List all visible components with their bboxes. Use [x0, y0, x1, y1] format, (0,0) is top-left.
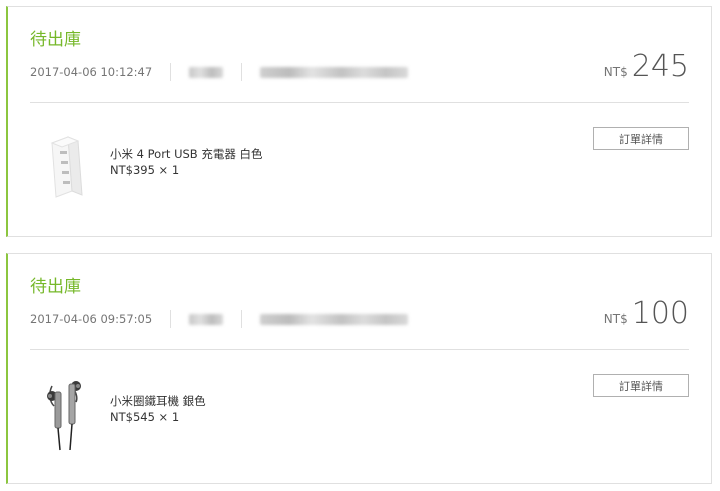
currency-label: NT$ — [603, 312, 628, 326]
product-thumbnail[interactable] — [38, 372, 94, 452]
item-name[interactable]: 小米圈鐵耳機 銀色 — [110, 393, 206, 409]
redacted-recipient — [189, 66, 224, 78]
total-amount: 245 — [631, 49, 689, 84]
order-status: 待出庫 — [30, 277, 81, 297]
item-price: NT$395 × 1 — [110, 163, 180, 177]
item-price: NT$545 × 1 — [110, 410, 180, 424]
meta-divider — [170, 310, 172, 328]
order-detail-button[interactable]: 訂單詳情 — [593, 127, 689, 150]
order-status: 待出庫 — [30, 30, 81, 50]
redacted-order-number — [260, 313, 409, 325]
order-detail-button[interactable]: 訂單詳情 — [593, 374, 689, 397]
redacted-recipient — [189, 313, 224, 325]
meta-divider — [241, 310, 243, 328]
meta-divider — [241, 63, 243, 81]
order-total: NT$ 245 — [604, 49, 689, 84]
divider — [30, 349, 689, 350]
item-name[interactable]: 小米 4 Port USB 充電器 白色 — [110, 146, 263, 162]
redacted-order-number — [260, 66, 409, 78]
order-card: 待出庫 2017-04-06 09:57:05 NT$ 100 小米圈鐵耳機 銀… — [6, 253, 712, 484]
usb-charger-icon — [50, 136, 83, 198]
meta-divider — [170, 63, 172, 81]
order-date: 2017-04-06 09:57:05 — [30, 312, 153, 326]
earphones-icon — [47, 381, 81, 451]
currency-label: NT$ — [603, 65, 628, 79]
product-thumbnail[interactable] — [38, 125, 94, 205]
order-meta: 2017-04-06 09:57:05 — [30, 308, 409, 330]
order-date: 2017-04-06 10:12:47 — [30, 65, 153, 79]
order-total: NT$ 100 — [604, 296, 689, 331]
order-card: 待出庫 2017-04-06 10:12:47 NT$ 245 小米 4 Por… — [6, 6, 712, 237]
total-amount: 100 — [631, 296, 689, 331]
divider — [30, 102, 689, 103]
order-meta: 2017-04-06 10:12:47 — [30, 61, 409, 83]
